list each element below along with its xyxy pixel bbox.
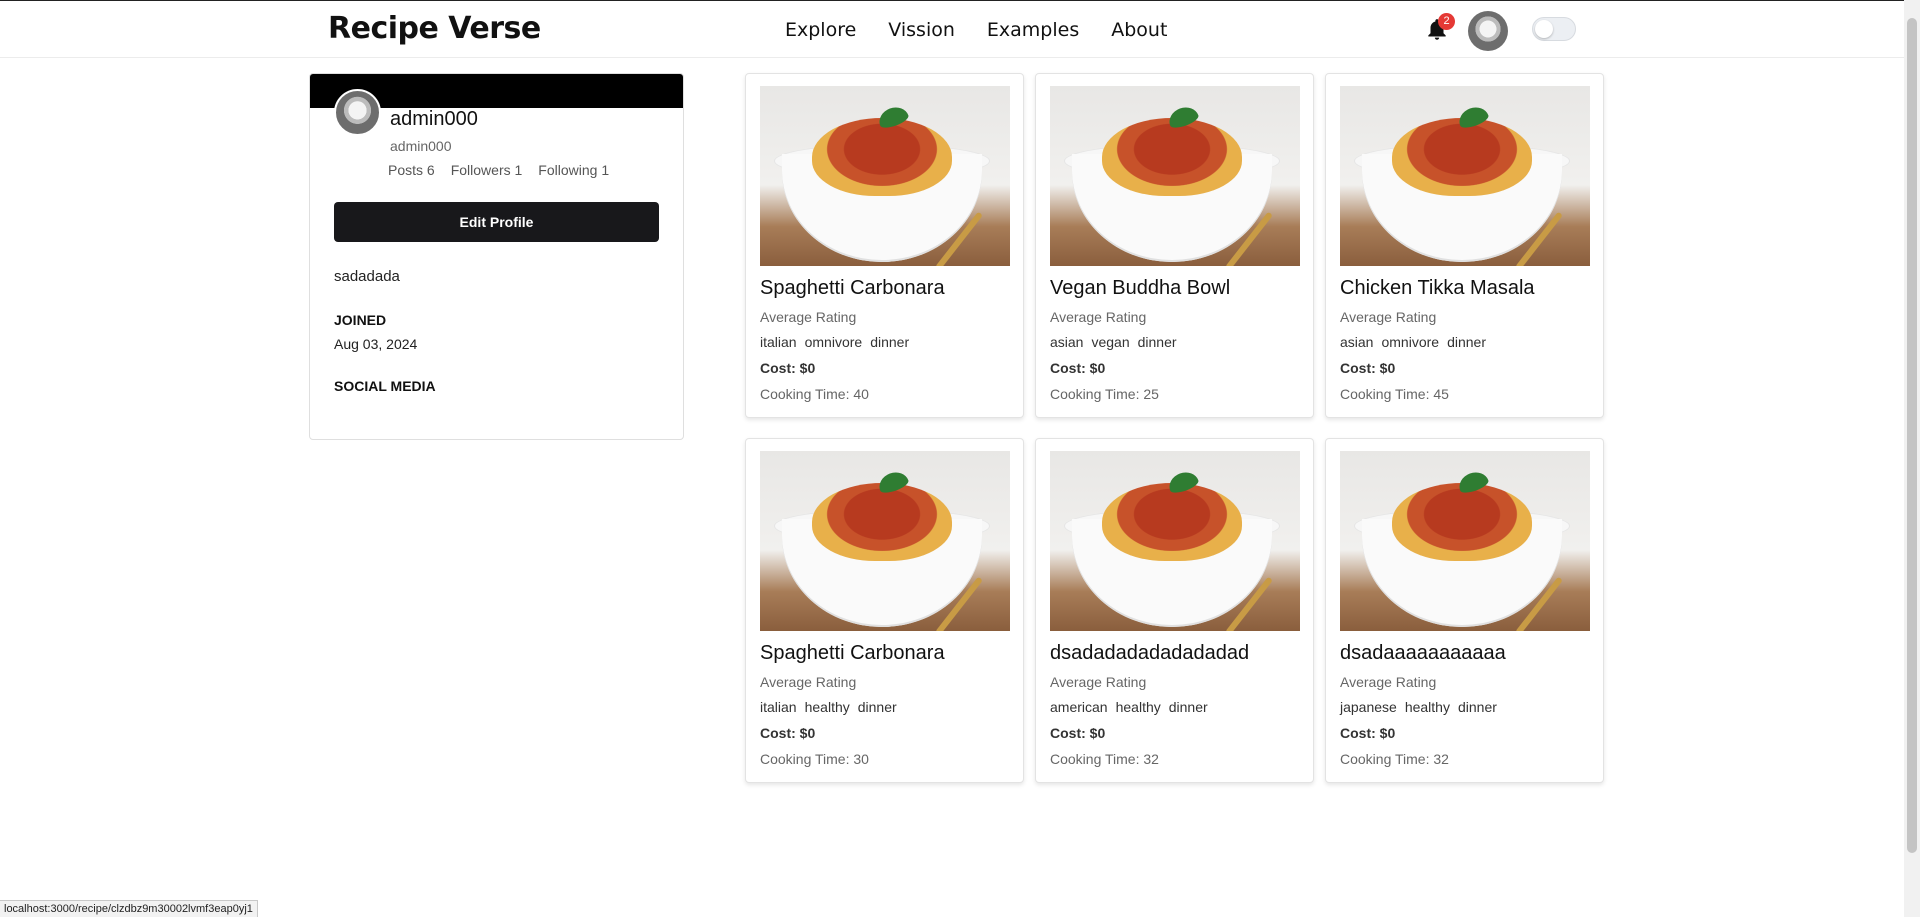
recipe-rating-label: Average Rating: [1340, 309, 1437, 325]
recipe-tags: japanese healthy dinner: [1340, 699, 1497, 715]
joined-date: Aug 03, 2024: [334, 336, 418, 352]
recipe-card[interactable]: dsadaaaaaaaaaaa Average Rating japanese …: [1325, 438, 1604, 783]
recipe-tag: dinner: [1137, 334, 1177, 350]
recipe-tag: dinner: [870, 334, 910, 350]
recipe-cooking-time: Cooking Time: 32: [1340, 751, 1449, 767]
recipe-tag: italian: [760, 699, 797, 715]
recipe-tag: dinner: [857, 699, 897, 715]
recipe-tag: healthy: [1404, 699, 1450, 715]
recipe-tag: asian: [1340, 334, 1374, 350]
following-count[interactable]: Following 1: [538, 162, 609, 178]
recipe-tag: omnivore: [804, 334, 863, 350]
recipe-title[interactable]: dsadadadadadadadad: [1050, 642, 1249, 665]
recipe-rating-label: Average Rating: [760, 674, 857, 690]
recipe-tag: japanese: [1340, 699, 1397, 715]
recipe-cost: Cost: $0: [760, 360, 816, 376]
nav-about[interactable]: About: [1111, 19, 1167, 41]
recipe-title[interactable]: Vegan Buddha Bowl: [1050, 277, 1230, 300]
recipe-cooking-time: Cooking Time: 40: [760, 386, 869, 402]
recipe-image[interactable]: [1340, 451, 1590, 631]
recipe-cost: Cost: $0: [1050, 360, 1106, 376]
nav-vission[interactable]: Vission: [888, 19, 955, 41]
recipe-image[interactable]: [760, 451, 1010, 631]
toggle-knob: [1535, 20, 1553, 38]
status-bar-url: localhost:3000/recipe/clzdbz9m30002lvmf3…: [0, 900, 258, 917]
recipe-title[interactable]: Chicken Tikka Masala: [1340, 277, 1535, 300]
recipe-tags: asian omnivore dinner: [1340, 334, 1486, 350]
recipe-image[interactable]: [1050, 86, 1300, 266]
recipe-rating-label: Average Rating: [1340, 674, 1437, 690]
recipe-tag: american: [1050, 699, 1108, 715]
recipe-cooking-time: Cooking Time: 45: [1340, 386, 1449, 402]
recipe-tag: dinner: [1457, 699, 1497, 715]
recipe-tag: healthy: [804, 699, 850, 715]
profile-avatar: [334, 89, 381, 136]
recipe-rating-label: Average Rating: [1050, 674, 1147, 690]
recipe-image[interactable]: [1340, 86, 1590, 266]
recipe-cost: Cost: $0: [1050, 725, 1106, 741]
recipe-card[interactable]: Spaghetti Carbonara Average Rating itali…: [745, 438, 1024, 783]
profile-bio: sadadada: [334, 268, 400, 285]
recipe-title[interactable]: Spaghetti Carbonara: [760, 277, 945, 300]
recipe-tag: vegan: [1091, 334, 1130, 350]
followers-count[interactable]: Followers 1: [451, 162, 523, 178]
recipe-cooking-time: Cooking Time: 25: [1050, 386, 1159, 402]
recipe-image[interactable]: [1050, 451, 1300, 631]
joined-label: JOINED: [334, 312, 387, 328]
recipe-tags: asian vegan dinner: [1050, 334, 1177, 350]
profile-card: admin000 admin000 Posts 6 Followers 1 Fo…: [309, 73, 684, 440]
recipe-tag: healthy: [1115, 699, 1161, 715]
top-navbar: Recipe Verse Explore Vission Examples Ab…: [0, 1, 1904, 58]
main-nav: Explore Vission Examples About: [785, 19, 1167, 41]
profile-username: admin000: [390, 138, 452, 154]
scrollbar-thumb[interactable]: [1907, 18, 1917, 853]
recipe-cost: Cost: $0: [1340, 360, 1396, 376]
notification-count-badge: 2: [1438, 13, 1455, 30]
recipe-tags: american healthy dinner: [1050, 699, 1208, 715]
recipe-card[interactable]: dsadadadadadadadad Average Rating americ…: [1035, 438, 1314, 783]
brand-logo[interactable]: Recipe Verse: [328, 11, 541, 46]
recipe-rating-label: Average Rating: [1050, 309, 1147, 325]
recipe-title[interactable]: dsadaaaaaaaaaaa: [1340, 642, 1506, 665]
recipe-tag: dinner: [1447, 334, 1486, 350]
recipe-tag: asian: [1050, 334, 1084, 350]
recipe-tag: omnivore: [1381, 334, 1440, 350]
recipe-card[interactable]: Chicken Tikka Masala Average Rating asia…: [1325, 73, 1604, 418]
recipe-title[interactable]: Spaghetti Carbonara: [760, 642, 945, 665]
recipe-tags: italian healthy dinner: [760, 699, 897, 715]
recipe-tag: dinner: [1168, 699, 1208, 715]
recipe-image[interactable]: [760, 86, 1010, 266]
nav-examples[interactable]: Examples: [987, 19, 1079, 41]
recipe-tags: italian omnivore dinner: [760, 334, 909, 350]
recipe-cost: Cost: $0: [1340, 725, 1396, 741]
vertical-scrollbar[interactable]: [1904, 0, 1920, 917]
recipe-cooking-time: Cooking Time: 30: [760, 751, 869, 767]
recipe-cost: Cost: $0: [760, 725, 816, 741]
edit-profile-button[interactable]: Edit Profile: [334, 202, 659, 242]
recipe-card[interactable]: Spaghetti Carbonara Average Rating itali…: [745, 73, 1024, 418]
profile-name: admin000: [390, 108, 478, 130]
recipe-rating-label: Average Rating: [760, 309, 857, 325]
posts-count[interactable]: Posts 6: [388, 162, 435, 178]
recipe-tag: italian: [760, 334, 797, 350]
user-avatar[interactable]: [1468, 11, 1508, 51]
recipe-cooking-time: Cooking Time: 32: [1050, 751, 1159, 767]
theme-toggle[interactable]: [1532, 17, 1576, 41]
social-media-label: SOCIAL MEDIA: [334, 378, 436, 394]
recipe-card[interactable]: Vegan Buddha Bowl Average Rating asian v…: [1035, 73, 1314, 418]
nav-explore[interactable]: Explore: [785, 19, 856, 41]
profile-stats: Posts 6 Followers 1 Following 1: [388, 162, 609, 178]
